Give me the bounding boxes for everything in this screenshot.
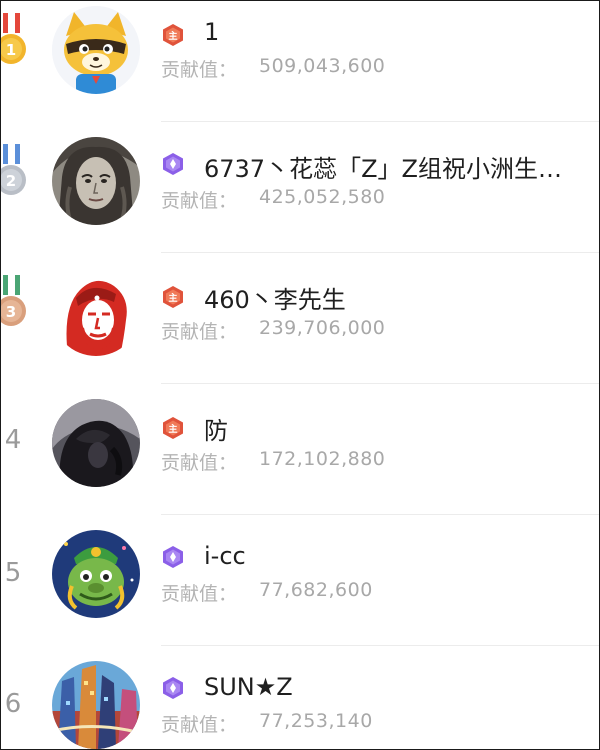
contribution-ranking-list: 1 主 1 贡献值： 509,043,600 2 6737丶花蕊「Z」Z组祝小洲… <box>0 0 600 750</box>
username: SUN★Z <box>204 673 293 701</box>
contribution-value: 77,253,140 <box>259 710 373 732</box>
contribution-value: 509,043,600 <box>259 55 386 77</box>
contribution-value: 77,682,600 <box>259 579 373 601</box>
username: 6737丶花蕊「Z」Z组祝小洲生… <box>204 155 562 183</box>
svg-text:主: 主 <box>168 292 177 304</box>
avatar[interactable] <box>52 137 140 225</box>
ranking-row-2[interactable]: 2 6737丶花蕊「Z」Z组祝小洲生… 贡献值： 425,052,580 <box>1 122 599 253</box>
svg-text:3: 3 <box>6 303 16 321</box>
rank-number: 5 <box>4 558 22 588</box>
purple-level-badge-icon <box>163 153 183 175</box>
ranking-row-3[interactable]: 3 主 460丶李先生 贡献值： 239,706,000 <box>1 253 599 384</box>
contribution-label: 贡献值： <box>161 452 238 474</box>
purple-level-badge-icon <box>163 546 183 568</box>
rank-number: 6 <box>4 689 22 719</box>
contribution-label: 贡献值： <box>161 321 238 343</box>
contribution-label: 贡献值： <box>161 59 238 81</box>
ranking-row-1[interactable]: 1 主 1 贡献值： 509,043,600 <box>1 1 599 122</box>
svg-text:1: 1 <box>6 41 16 59</box>
portrait-drawing-avatar <box>52 137 140 225</box>
ranking-row-4[interactable]: 4 主 防 贡献值： 172,102,880 <box>1 384 599 515</box>
ranking-row-5[interactable]: 5 i-cc 贡献值： 77,682,600 <box>1 515 599 646</box>
che-guevara-avatar <box>52 268 140 356</box>
username: i-cc <box>204 542 246 570</box>
contribution-value: 425,052,580 <box>259 186 386 208</box>
svg-text:主: 主 <box>168 423 177 435</box>
red-level-badge-icon: 主 <box>163 417 183 439</box>
green-cartoon-avatar <box>52 530 140 618</box>
contribution-value: 239,706,000 <box>259 317 386 339</box>
svg-text:2: 2 <box>6 172 16 190</box>
avatar[interactable] <box>52 6 140 94</box>
username: 1 <box>204 18 220 46</box>
rank-number: 4 <box>4 425 22 455</box>
contribution-value: 172,102,880 <box>259 448 386 470</box>
svg-text:主: 主 <box>168 30 177 42</box>
ranking-row-6[interactable]: 6 SUN★Z 贡献值： 77,253,140 <box>1 646 599 749</box>
dark-photo-avatar <box>52 399 140 487</box>
avatar[interactable] <box>52 268 140 356</box>
silver-medal-icon: 2 <box>1 144 26 195</box>
avatar[interactable] <box>52 399 140 487</box>
red-level-badge-icon: 主 <box>163 24 183 46</box>
bronze-medal-icon: 3 <box>1 275 26 326</box>
raccoon-cartoon-avatar <box>52 6 140 94</box>
red-level-badge-icon: 主 <box>163 286 183 308</box>
username: 460丶李先生 <box>204 286 346 314</box>
avatar[interactable] <box>52 661 140 749</box>
purple-level-badge-icon <box>163 677 183 699</box>
username: 防 <box>204 417 228 445</box>
city-painting-avatar <box>52 661 140 749</box>
contribution-label: 贡献值： <box>161 714 238 736</box>
avatar[interactable] <box>52 530 140 618</box>
gold-medal-icon: 1 <box>1 13 26 64</box>
contribution-label: 贡献值： <box>161 190 238 212</box>
contribution-label: 贡献值： <box>161 583 238 605</box>
